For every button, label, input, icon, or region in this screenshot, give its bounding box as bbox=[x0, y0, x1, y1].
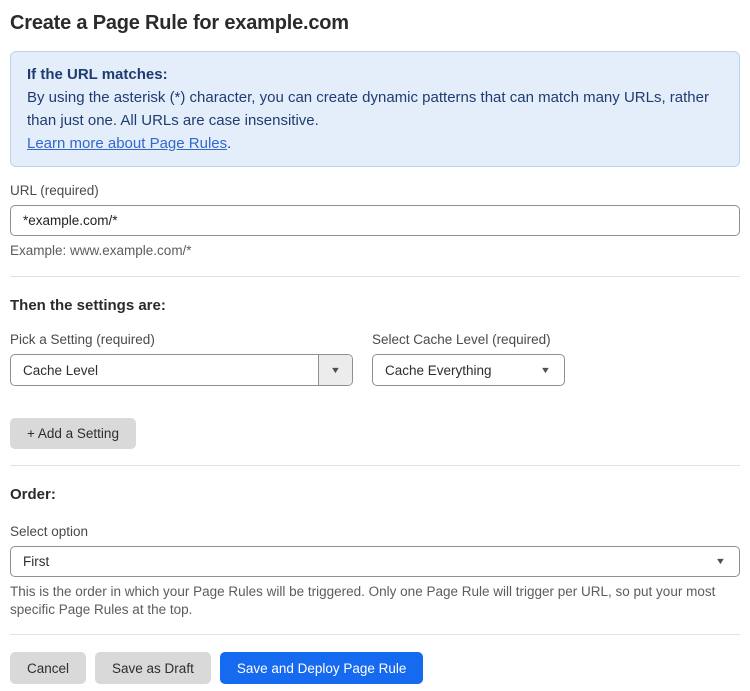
save-as-draft-button[interactable]: Save as Draft bbox=[95, 652, 211, 684]
setting-picker-dropdown[interactable]: Cache Level ▼ bbox=[10, 354, 353, 386]
divider bbox=[10, 465, 740, 466]
chevron-down-icon: ▼ bbox=[539, 364, 552, 375]
setting-picker-value: Cache Level bbox=[23, 362, 99, 378]
chevron-down-icon: ▼ bbox=[714, 556, 727, 566]
order-select-wrap: First ▼ bbox=[10, 546, 740, 577]
dropdown-arrow-wrap: ▼ bbox=[539, 364, 564, 375]
add-setting-button[interactable]: + Add a Setting bbox=[10, 418, 136, 449]
order-select-label: Select option bbox=[10, 524, 89, 539]
settings-heading: Then the settings are: bbox=[10, 297, 166, 314]
divider bbox=[10, 634, 740, 635]
info-box-body: By using the asterisk (*) character, you… bbox=[27, 89, 709, 129]
url-helper-text: Example: www.example.com/* bbox=[10, 243, 192, 258]
info-box-link-row: Learn more about Page Rules. bbox=[27, 132, 723, 155]
link-suffix: . bbox=[227, 135, 232, 152]
settings-row: Pick a Setting (required) Cache Level ▼ … bbox=[10, 332, 740, 386]
chevron-down-icon: ▼ bbox=[329, 364, 342, 375]
learn-more-page-rules-link[interactable]: Learn more about Page Rules bbox=[27, 135, 227, 152]
cancel-button[interactable]: Cancel bbox=[10, 652, 87, 684]
order-select[interactable]: First ▼ bbox=[10, 546, 740, 577]
url-label: URL (required) bbox=[10, 183, 99, 198]
dropdown-arrow-button[interactable]: ▼ bbox=[318, 355, 352, 385]
url-match-info-box: If the URL matches: By using the asteris… bbox=[10, 51, 740, 167]
dropdown-arrow-wrap: ▼ bbox=[714, 556, 739, 566]
order-helper-text: This is the order in which your Page Rul… bbox=[10, 584, 716, 617]
setting-picker-column: Pick a Setting (required) Cache Level ▼ bbox=[10, 332, 353, 386]
setting-picker-label: Pick a Setting (required) bbox=[10, 332, 155, 347]
order-select-value: First bbox=[23, 554, 50, 569]
cache-level-dropdown[interactable]: Cache Everything ▼ bbox=[372, 354, 565, 386]
action-button-row: Cancel Save as Draft Save and Deploy Pag… bbox=[10, 652, 740, 684]
url-input[interactable] bbox=[10, 205, 740, 236]
info-box-heading: If the URL matches: bbox=[27, 66, 168, 83]
cache-level-value: Cache Everything bbox=[385, 362, 492, 378]
divider bbox=[10, 276, 740, 277]
page-title: Create a Page Rule for example.com bbox=[10, 12, 349, 34]
order-heading: Order: bbox=[10, 486, 56, 503]
cache-level-label: Select Cache Level (required) bbox=[372, 332, 551, 347]
cache-level-column: Select Cache Level (required) Cache Ever… bbox=[372, 332, 565, 386]
save-and-deploy-button[interactable]: Save and Deploy Page Rule bbox=[219, 652, 424, 684]
